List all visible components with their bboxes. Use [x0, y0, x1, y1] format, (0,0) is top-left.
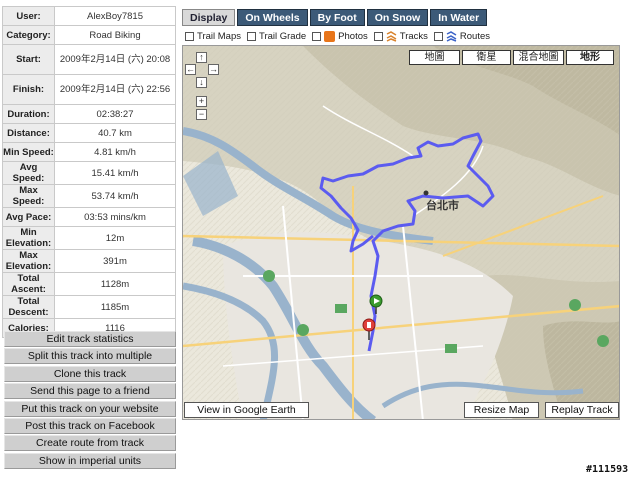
- stats-row: Avg Speed: 15.41 km/h: [2, 161, 176, 185]
- stat-value: 03:53 mins/km: [54, 207, 176, 227]
- tracks-label: Tracks: [399, 30, 428, 42]
- trail-grade-toggle[interactable]: Trail Grade: [247, 31, 306, 42]
- stats-row: Max Speed: 53.74 km/h: [2, 184, 176, 208]
- stats-row: Distance: 40.7 km: [2, 123, 176, 143]
- zoom-out-icon[interactable]: −: [196, 109, 207, 120]
- terrain-map: [183, 46, 619, 419]
- routes-icon: [446, 30, 457, 42]
- stat-value: 40.7 km: [54, 123, 176, 143]
- imperial-units-button[interactable]: Show in imperial units: [4, 452, 176, 469]
- city-label: 台北市: [426, 200, 459, 212]
- replay-track-button[interactable]: Replay Track: [545, 402, 619, 418]
- trail-grade-label: Trail Grade: [259, 30, 307, 42]
- stat-label: Max Speed:: [2, 184, 55, 208]
- tab-in-water[interactable]: In Water: [430, 9, 488, 26]
- tab-by-foot[interactable]: By Foot: [309, 9, 365, 26]
- activity-tabs: Display On Wheels By Foot On Snow In Wat…: [182, 9, 489, 26]
- pan-down-icon[interactable]: ↓: [196, 77, 207, 88]
- stats-row: Finish: 2009年2月14日 (六) 22:56: [2, 74, 176, 105]
- track-map[interactable]: 台北市 地圖 衛星 混合地圖 地形 ↑ ← → ↓ + − View in Go…: [182, 45, 620, 420]
- stat-value: 12m: [54, 226, 176, 250]
- track-stats-table: User: AlexBoy7815 Category: Road Biking Star…: [2, 6, 176, 338]
- tab-on-snow[interactable]: On Snow: [366, 9, 429, 26]
- stat-value: 1185m: [54, 295, 176, 319]
- send-to-friend-button[interactable]: Send this page to a friend: [4, 383, 176, 400]
- stat-label: Min Elevation:: [2, 226, 55, 250]
- stat-value: 02:38:27: [54, 104, 176, 124]
- stats-row: Duration: 02:38:27: [2, 104, 176, 124]
- stat-label: Finish:: [2, 74, 55, 105]
- stat-value: 4.81 km/h: [54, 142, 176, 162]
- trail-maps-toggle[interactable]: Trail Maps: [185, 31, 241, 42]
- trail-maps-checkbox[interactable]: [185, 31, 194, 41]
- stat-label: Category:: [2, 25, 55, 45]
- edit-track-statistics-button[interactable]: Edit track statistics: [4, 331, 176, 347]
- map-type-terrain[interactable]: 地形: [566, 50, 614, 65]
- routes-label: Routes: [459, 30, 491, 42]
- resize-map-button[interactable]: Resize Map: [464, 402, 539, 418]
- stats-row: Total Ascent: 1128m: [2, 272, 176, 296]
- stat-value: 15.41 km/h: [54, 161, 176, 185]
- stat-value: 391m: [54, 249, 176, 273]
- stat-value: 2009年2月14日 (六) 22:56: [54, 74, 176, 105]
- stats-row: Avg Pace: 03:53 mins/km: [2, 207, 176, 227]
- trail-grade-checkbox[interactable]: [247, 31, 256, 41]
- camera-icon: [324, 30, 336, 42]
- tab-display[interactable]: Display: [182, 9, 236, 26]
- routes-toggle[interactable]: Routes: [433, 30, 491, 42]
- embed-on-website-button[interactable]: Put this track on your website: [4, 400, 176, 417]
- stat-label: Start:: [2, 44, 55, 75]
- split-track-button[interactable]: Split this track into multiple: [4, 348, 176, 365]
- image-watermark: #111593: [586, 464, 629, 475]
- trail-maps-label: Trail Maps: [197, 30, 241, 42]
- track-actions: Edit track statistics Split this track i…: [4, 331, 176, 470]
- stat-label: User:: [2, 6, 55, 26]
- map-type-map[interactable]: 地圖: [409, 50, 460, 65]
- stat-label: Total Descent:: [2, 295, 55, 319]
- tracks-icon: [386, 30, 397, 42]
- stat-value: 1128m: [54, 272, 176, 296]
- tracks-toggle[interactable]: Tracks: [373, 30, 428, 42]
- map-type-satellite[interactable]: 衛星: [462, 50, 511, 65]
- photos-checkbox[interactable]: [312, 31, 322, 41]
- stat-value: 53.74 km/h: [54, 184, 176, 208]
- photos-label: Photos: [338, 30, 368, 42]
- stats-row: Total Descent: 1185m: [2, 295, 176, 319]
- zoom-in-icon[interactable]: +: [196, 96, 207, 107]
- stat-label: Duration:: [2, 104, 55, 124]
- stat-label: Avg Pace:: [2, 207, 55, 227]
- layer-toggles: Trail Maps Trail Grade Photos Tracks Rou…: [185, 30, 496, 42]
- stats-row: Min Elevation: 12m: [2, 226, 176, 250]
- stats-row: Category: Road Biking: [2, 25, 176, 45]
- stat-value: 2009年2月14日 (六) 20:08: [54, 44, 176, 75]
- pan-left-icon[interactable]: ←: [185, 64, 196, 75]
- pan-up-icon[interactable]: ↑: [196, 52, 207, 63]
- stat-label: Total Ascent:: [2, 272, 55, 296]
- map-type-hybrid[interactable]: 混合地圖: [513, 50, 564, 65]
- stat-label: Distance:: [2, 123, 55, 143]
- stats-row: Max Elevation: 391m: [2, 249, 176, 273]
- stat-value: AlexBoy7815: [54, 6, 176, 26]
- stat-value: Road Biking: [54, 25, 176, 45]
- stat-label: Max Elevation:: [2, 249, 55, 273]
- photos-toggle[interactable]: Photos: [312, 30, 368, 42]
- clone-track-button[interactable]: Clone this track: [4, 365, 176, 382]
- stat-label: Min Speed:: [2, 142, 55, 162]
- pan-right-icon[interactable]: →: [208, 64, 219, 75]
- stats-row: Start: 2009年2月14日 (六) 20:08: [2, 44, 176, 75]
- tab-on-wheels[interactable]: On Wheels: [237, 9, 308, 26]
- post-to-facebook-button[interactable]: Post this track on Facebook: [4, 417, 176, 434]
- create-route-button[interactable]: Create route from track: [4, 435, 176, 452]
- tracks-checkbox[interactable]: [373, 31, 383, 41]
- routes-checkbox[interactable]: [433, 31, 443, 41]
- view-in-google-earth-button[interactable]: View in Google Earth: [184, 402, 309, 418]
- stat-label: Avg Speed:: [2, 161, 55, 185]
- stats-row: User: AlexBoy7815: [2, 6, 176, 26]
- stats-row: Min Speed: 4.81 km/h: [2, 142, 176, 162]
